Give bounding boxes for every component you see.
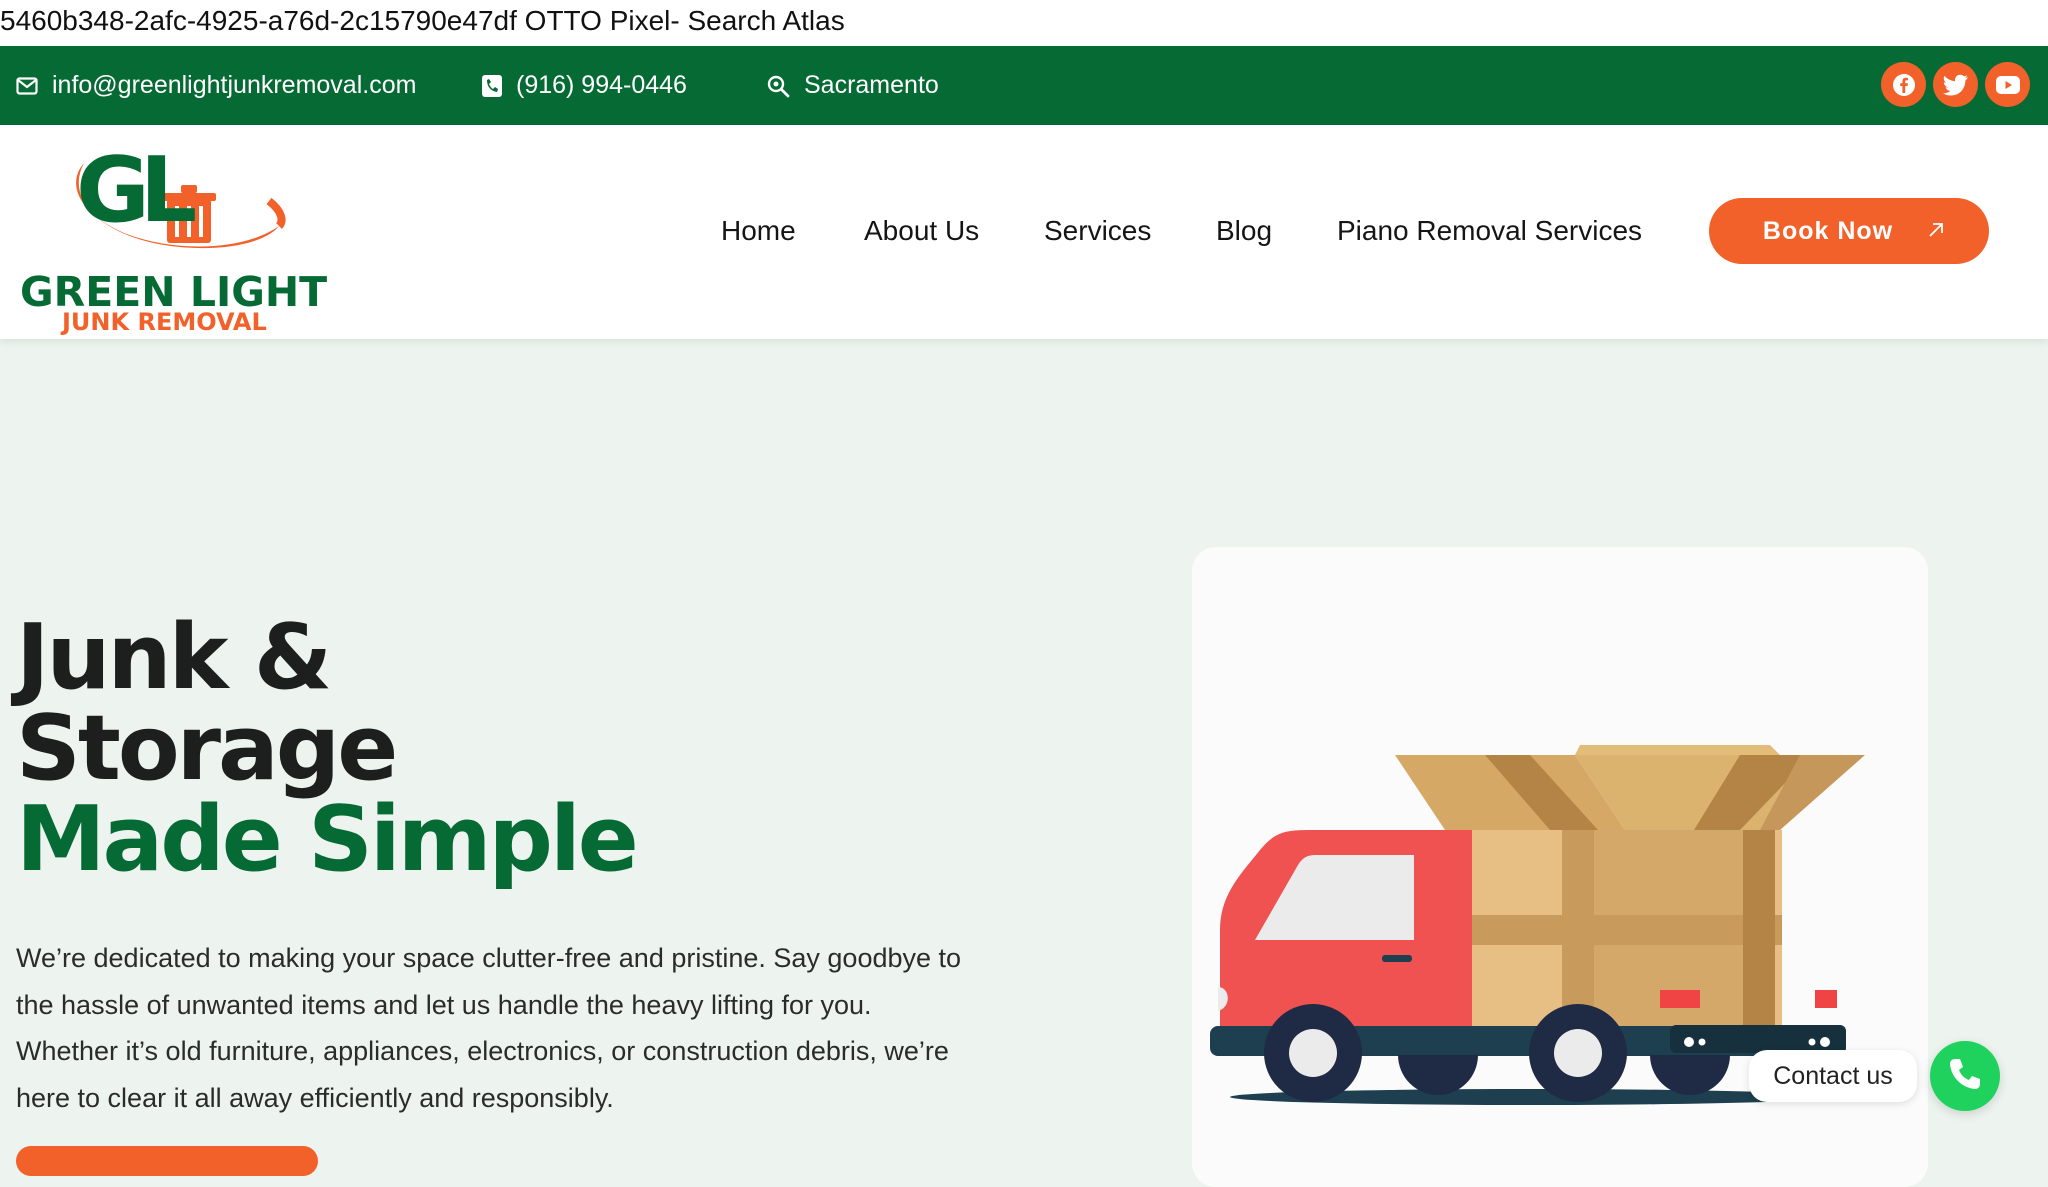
logo-text-secondary: JUNK REMOVAL: [62, 308, 267, 336]
mail-icon: [16, 76, 38, 95]
nav-piano-removal-services[interactable]: Piano Removal Services: [1337, 213, 1642, 249]
phone-call-button[interactable]: [1930, 1041, 2000, 1111]
phone-link[interactable]: (916) 994-0446: [482, 46, 687, 125]
location-link[interactable]: Sacramento: [766, 46, 939, 125]
arrow-up-right-icon: [1927, 217, 1945, 246]
contact-us-label[interactable]: Contact us: [1749, 1050, 1917, 1102]
phone-icon: [482, 74, 502, 97]
twitter-icon[interactable]: [1933, 62, 1978, 107]
email-text: info@greenlightjunkremoval.com: [52, 71, 417, 99]
hero-description: We’re dedicated to making your space clu…: [16, 943, 962, 1113]
location-text: Sacramento: [804, 71, 939, 99]
search-location-icon: [766, 74, 790, 98]
nav-services[interactable]: Services: [1044, 213, 1151, 249]
hero-title-line-1: Junk &: [16, 605, 332, 710]
hero-title: Junk & Storage Made Simple: [16, 605, 639, 892]
hero-title-line-2: Storage: [16, 696, 398, 801]
book-now-label: Book Now: [1762, 216, 1894, 245]
site-logo[interactable]: GL GREEN LIGHT JUNK REMOVAL: [20, 138, 327, 336]
nav-about-us[interactable]: About Us: [864, 213, 979, 249]
email-link[interactable]: info@greenlightjunkremoval.com: [16, 46, 416, 125]
phone-handset-icon: [1945, 1054, 1985, 1099]
hero-cta-button[interactable]: [16, 1146, 318, 1176]
site-header: GL GREEN LIGHT JUNK REMOVAL Home About U…: [0, 125, 2048, 339]
phone-text: (916) 994-0446: [516, 71, 687, 99]
contact-us-text: Contact us: [1773, 1061, 1893, 1090]
book-now-button[interactable]: Book Now: [1709, 198, 1989, 264]
hero-title-highlight: Made Simple: [16, 787, 639, 892]
youtube-icon[interactable]: [1985, 62, 2030, 107]
nav-home[interactable]: Home: [721, 213, 796, 249]
logo-mark: GL: [76, 138, 197, 243]
nav-blog[interactable]: Blog: [1216, 213, 1272, 249]
page-id-text: 5460b348-2afc-4925-a76d-2c15790e47df OTT…: [0, 0, 2048, 46]
top-contact-bar: info@greenlightjunkremoval.com (916) 994…: [0, 46, 2048, 125]
facebook-icon[interactable]: [1881, 62, 1926, 107]
